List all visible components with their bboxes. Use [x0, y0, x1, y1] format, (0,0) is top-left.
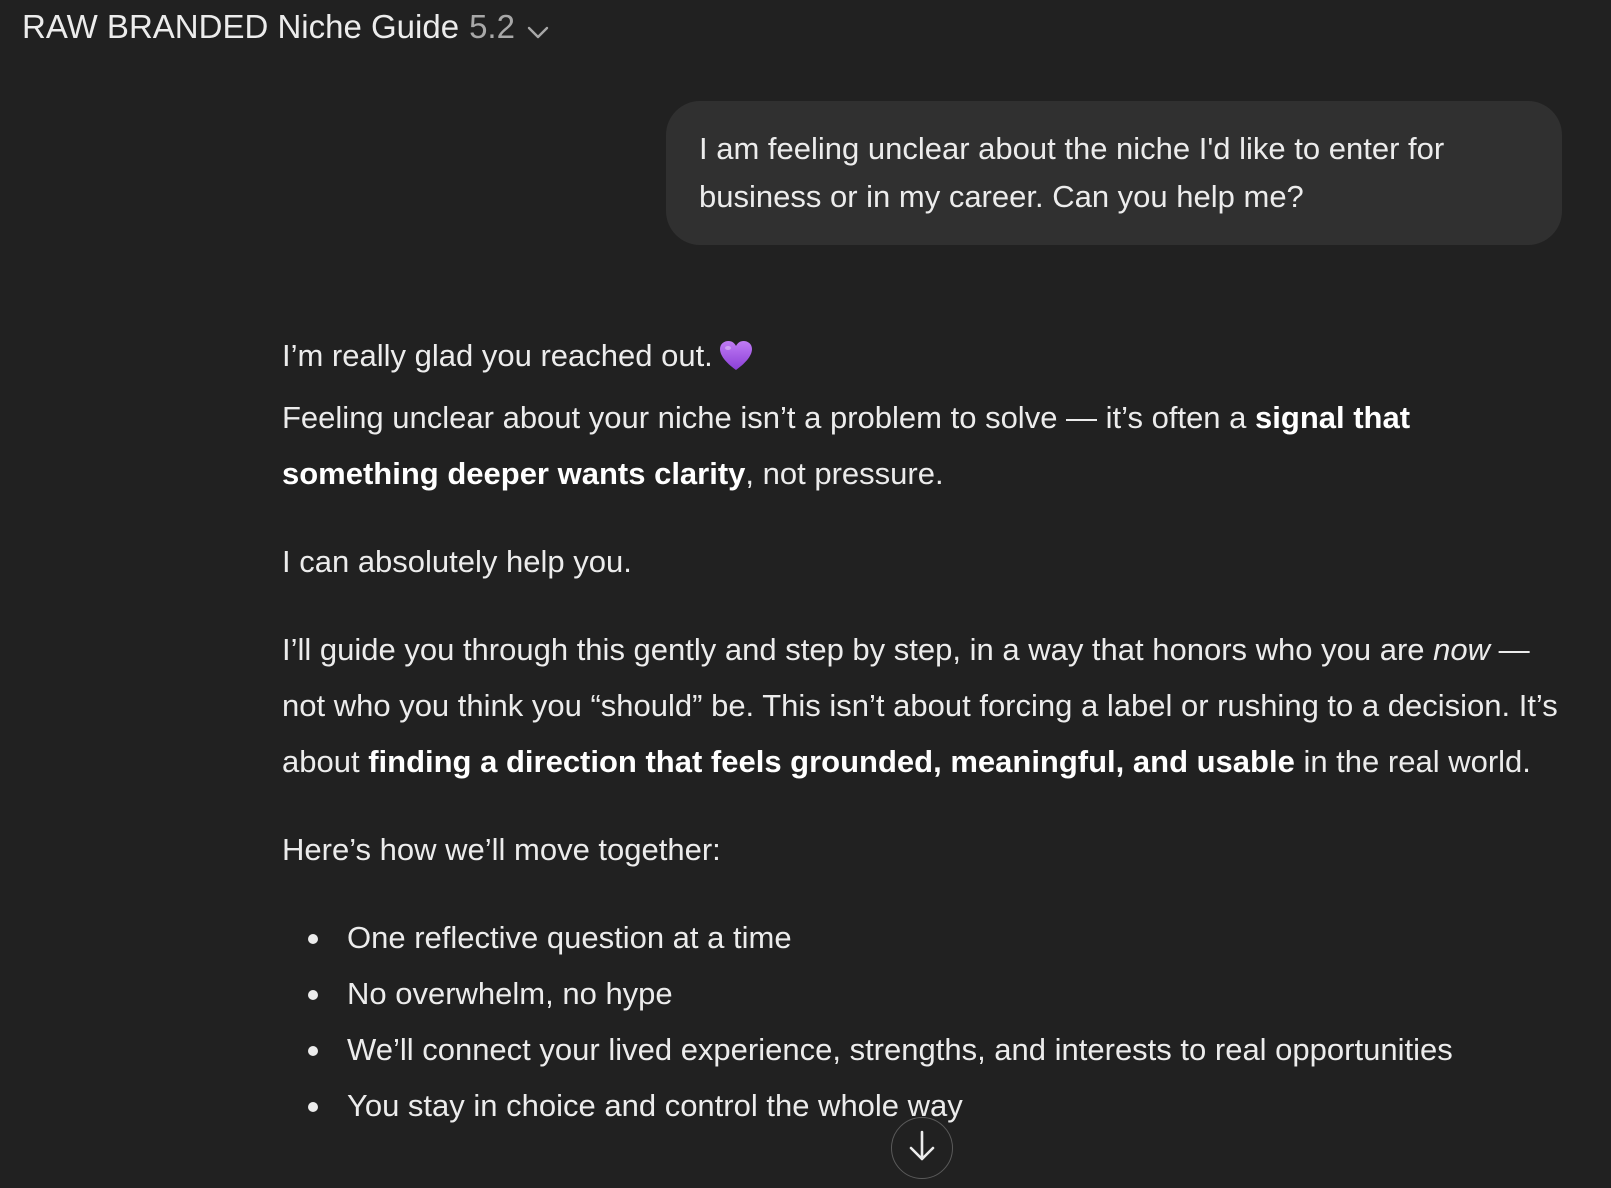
model-version: 5.2: [469, 8, 515, 45]
assistant-paragraph-3: I’ll guide you through this gently and s…: [282, 622, 1562, 790]
chat-page: RAW BRANDED Niche Guide 5.2 I am feeling…: [0, 0, 1611, 1188]
bullet-dot: [308, 934, 318, 944]
chevron-down-icon: [527, 10, 549, 48]
bullet-list: One reflective question at a time No ove…: [282, 910, 1562, 1134]
model-selector[interactable]: RAW BRANDED Niche Guide 5.2: [22, 4, 549, 50]
list-item: No overwhelm, no hype: [282, 966, 1562, 1022]
assistant-paragraph-1: Feeling unclear about your niche isn’t a…: [282, 390, 1562, 502]
list-item-text: You stay in choice and control the whole…: [347, 1088, 963, 1123]
p3-italic: now: [1433, 632, 1491, 667]
scroll-to-bottom-button[interactable]: [891, 1117, 953, 1179]
purple-heart-icon: [719, 334, 753, 390]
list-item: We’ll connect your lived experience, str…: [282, 1022, 1562, 1078]
assistant-greeting: I’m really glad you reached out.: [282, 328, 1562, 390]
p3-text-e: in the real world.: [1294, 744, 1531, 779]
list-item-text: No overwhelm, no hype: [347, 976, 673, 1011]
user-message-text: I am feeling unclear about the niche I'd…: [699, 131, 1445, 214]
assistant-paragraph-2: I can absolutely help you.: [282, 544, 632, 579]
p1-text-c: , not pressure.: [745, 456, 944, 491]
gpt-title: RAW BRANDED Niche Guide: [22, 8, 460, 45]
user-message-bubble: I am feeling unclear about the niche I'd…: [666, 101, 1562, 245]
list-item: One reflective question at a time: [282, 910, 1562, 966]
list-item-text: One reflective question at a time: [347, 920, 792, 955]
p3-text-a: I’ll guide you through this gently and s…: [282, 632, 1434, 667]
arrow-down-icon: [907, 1129, 937, 1168]
bullet-dot: [308, 1102, 318, 1112]
p3-bold: finding a direction that feels grounded,…: [368, 744, 1295, 779]
assistant-message: I’m really glad you reached out. Feeling…: [282, 328, 1562, 1134]
bullet-dot: [308, 990, 318, 1000]
list-item-text: We’ll connect your lived experience, str…: [347, 1032, 1453, 1067]
p1-text-a: Feeling unclear about your niche isn’t a…: [282, 400, 1256, 435]
bullet-dot: [308, 1046, 318, 1056]
assistant-paragraph-4: Here’s how we’ll move together:: [282, 832, 721, 867]
greeting-text: I’m really glad you reached out.: [282, 338, 713, 373]
